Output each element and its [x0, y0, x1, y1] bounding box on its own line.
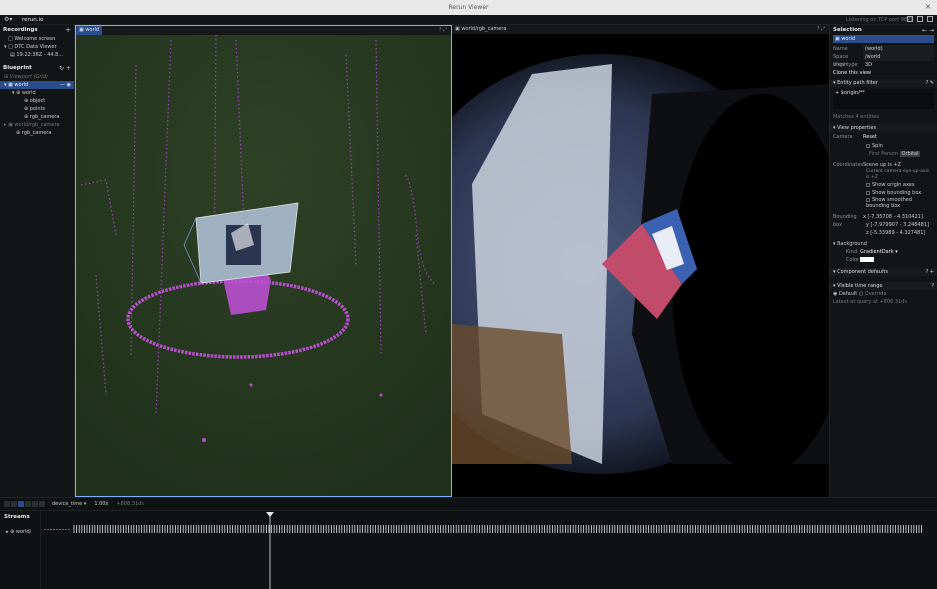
play-icon[interactable]: [11, 501, 17, 507]
background-color-swatch[interactable]: [860, 257, 874, 262]
orbital-option[interactable]: Orbital: [899, 151, 921, 157]
bottom-panel-toggle-icon[interactable]: [917, 16, 923, 22]
selection-panel: Selection ← → ▣ world Name (world) Space …: [829, 25, 937, 497]
tcp-status: Listening on TCP port 9876: [846, 17, 914, 23]
origin-axes-checkbox[interactable]: Show origin axes: [833, 181, 934, 189]
tab-rgb-camera[interactable]: ▣ world/rgb_camera: [455, 26, 506, 32]
reset-blueprint-icon[interactable]: ↻ +: [59, 65, 71, 72]
background-kind-select[interactable]: GradientDark ▾: [860, 248, 898, 256]
component-defaults-header[interactable]: ▾ Component defaults? +: [830, 268, 937, 276]
window-titlebar: Rerun Viewer ✕: [0, 0, 937, 15]
time-range-mode[interactable]: ◉ Default ○ Override: [830, 290, 937, 298]
window-title: Rerun Viewer: [448, 4, 489, 11]
camera-mode-toggle[interactable]: First Person Orbital: [833, 150, 934, 158]
left-panel-toggle-icon[interactable]: [907, 16, 913, 22]
entity-item[interactable]: ⊕ points: [0, 105, 74, 113]
view-type-row: View type 3D: [833, 62, 873, 68]
playback-speed[interactable]: 1.00x: [94, 501, 108, 507]
view-3d[interactable]: ▣ world ? ⤢: [75, 25, 452, 497]
entity-item[interactable]: ⊕ object: [0, 97, 74, 105]
coords-note: Current camera-eye-up-axis is +Z: [866, 169, 930, 180]
bounding-box-checkbox[interactable]: Show bounding box: [833, 189, 934, 197]
view-properties-header[interactable]: ▾ View properties: [830, 124, 937, 132]
entity-item[interactable]: ▾ ⊕ world: [0, 89, 74, 97]
latest-at-note: Latest-at query at +808.31ds: [833, 299, 907, 305]
stream-row-world[interactable]: ▸ ⊕ world/: [6, 528, 31, 536]
timeline-track[interactable]: [42, 512, 932, 589]
view-2d-camera[interactable]: ▣ world/rgb_camera ? ⤢: [452, 25, 829, 497]
timeline-panel: device_time ▾ 1.00x +808.31ds Streams ▸ …: [0, 497, 937, 589]
bbox-y: y [-7.979907 - 3.248481]: [866, 222, 929, 228]
entity-filter-query[interactable]: + $origin/**: [833, 89, 934, 109]
step-forward-icon[interactable]: [32, 501, 38, 507]
add-recording-icon[interactable]: +: [65, 26, 71, 34]
smoothed-box-checkbox[interactable]: Show smoothed bounding box: [833, 197, 934, 211]
camera-image[interactable]: [452, 34, 829, 497]
streams-title: Streams: [4, 513, 30, 520]
name-row: Name (world): [833, 45, 934, 53]
clone-view-button[interactable]: Clone this view: [833, 69, 934, 77]
viewport-item[interactable]: ⊞ Viewport (Grid): [0, 73, 74, 81]
tab-world[interactable]: ▣ world: [76, 26, 102, 35]
space-origin-input[interactable]: /world: [863, 53, 934, 61]
left-panel: Recordings + □ Welcome screen ▾ □ DTC Da…: [0, 25, 75, 497]
recording-item[interactable]: ▾ □ DTC Data Viewer: [0, 43, 74, 51]
camera-reset-button[interactable]: Reset: [863, 133, 877, 142]
space-origin-row: Space origin/world: [833, 53, 934, 68]
first-person-option[interactable]: First Person: [869, 151, 898, 157]
entity-item[interactable]: ⊕ rgb_camera: [0, 129, 74, 137]
matches-count: Matches 4 entities: [833, 114, 879, 120]
selected-item-badge[interactable]: ▣ world: [833, 35, 934, 43]
background-header[interactable]: ▾ Background: [830, 240, 937, 248]
close-icon[interactable]: ✕: [925, 3, 931, 11]
view3d-tabbar: ▣ world ? ⤢: [76, 26, 451, 35]
skip-start-icon[interactable]: [4, 501, 10, 507]
view-item-world[interactable]: ▾ ▣ world — ◉: [0, 81, 74, 89]
view-item-rgb[interactable]: ▸ ▣ world/rgb_camera: [0, 121, 74, 129]
loop-icon[interactable]: [39, 501, 45, 507]
rerun-logo-icon[interactable]: ⚙▾: [4, 16, 12, 23]
app-name: rerun.io: [22, 17, 44, 23]
nav-arrows-icon[interactable]: ← →: [922, 27, 934, 34]
time-cursor-handle: [266, 512, 274, 517]
entity-filter-header[interactable]: ▾ Entity path filter? ✎: [830, 79, 937, 87]
maximize-icon[interactable]: ? ⤢: [817, 26, 825, 32]
recording-item[interactable]: □ Welcome screen: [0, 35, 74, 43]
recording-item[interactable]: ▤ 19:22:36Z - 44.8...: [0, 51, 74, 59]
selection-title: Selection: [833, 27, 862, 33]
entity-item[interactable]: ⊕ rgb_camera: [0, 113, 74, 121]
pause-icon[interactable]: [18, 501, 24, 507]
coordinates-value[interactable]: Scene up is +Z: [863, 161, 901, 169]
timeline-selector[interactable]: device_time ▾: [52, 501, 86, 507]
view2d-tabbar: ▣ world/rgb_camera ? ⤢: [452, 25, 829, 34]
recordings-title: Recordings: [3, 27, 38, 33]
name-input[interactable]: (world): [863, 45, 934, 53]
bbox-z: z [-5.33989 - 4.327481]: [866, 230, 926, 236]
right-panel-toggle-icon[interactable]: [927, 16, 933, 22]
step-back-icon[interactable]: [25, 501, 31, 507]
current-time[interactable]: +808.31ds: [116, 501, 143, 507]
blueprint-title: Blueprint: [3, 65, 32, 71]
maximize-icon[interactable]: ? ⤢: [439, 27, 447, 33]
app-topbar: ⚙▾ rerun.io Listening on TCP port 9876: [0, 15, 937, 25]
spin-checkbox[interactable]: Spin: [833, 142, 934, 150]
point-cloud-scene[interactable]: [76, 35, 452, 497]
visible-time-range-header[interactable]: ▾ Visible time range?: [830, 282, 937, 290]
